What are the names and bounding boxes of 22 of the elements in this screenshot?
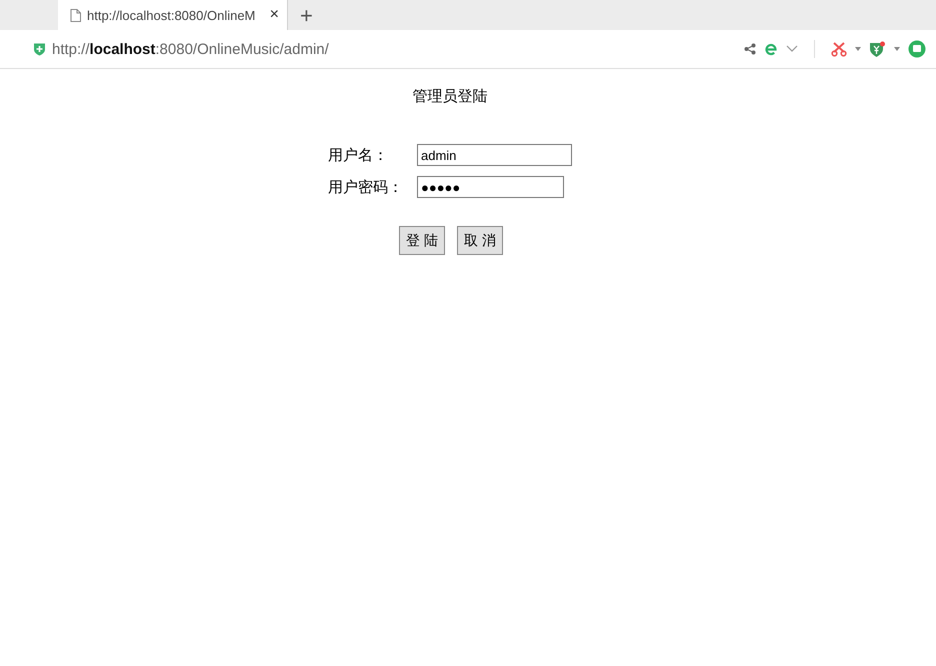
- browser-logo-icon[interactable]: [764, 42, 778, 56]
- chat-icon[interactable]: [908, 40, 926, 58]
- shield-icon: [33, 42, 46, 56]
- scissors-icon[interactable]: [831, 41, 847, 57]
- chevron-down-icon[interactable]: [786, 45, 798, 53]
- input-field[interactable]: ●●●●●: [417, 176, 564, 198]
- browser-tab[interactable]: http://localhost:8080/OnlineM ×: [58, 0, 288, 30]
- page-icon: [70, 8, 81, 22]
- close-tab-button[interactable]: ×: [270, 6, 279, 24]
- field-label: 用户名：: [328, 146, 389, 164]
- input-field[interactable]: admin: [417, 144, 572, 166]
- dropdown-icon[interactable]: [894, 47, 900, 51]
- form-button[interactable]: 取 消: [457, 226, 503, 255]
- new-tab-button[interactable]: +: [300, 5, 313, 27]
- field-label: 用户密码：: [328, 178, 404, 196]
- tab-title: http://localhost:8080/OnlineM: [87, 8, 256, 22]
- share-icon[interactable]: [744, 43, 756, 55]
- address-field[interactable]: http://localhost:8080/OnlineMusic/admin/: [52, 40, 329, 58]
- dropdown-icon[interactable]: [855, 47, 861, 51]
- yen-shield-icon[interactable]: [869, 40, 886, 58]
- form-button[interactable]: 登 陆: [399, 226, 445, 255]
- page-title: 管理员登陆: [412, 87, 488, 106]
